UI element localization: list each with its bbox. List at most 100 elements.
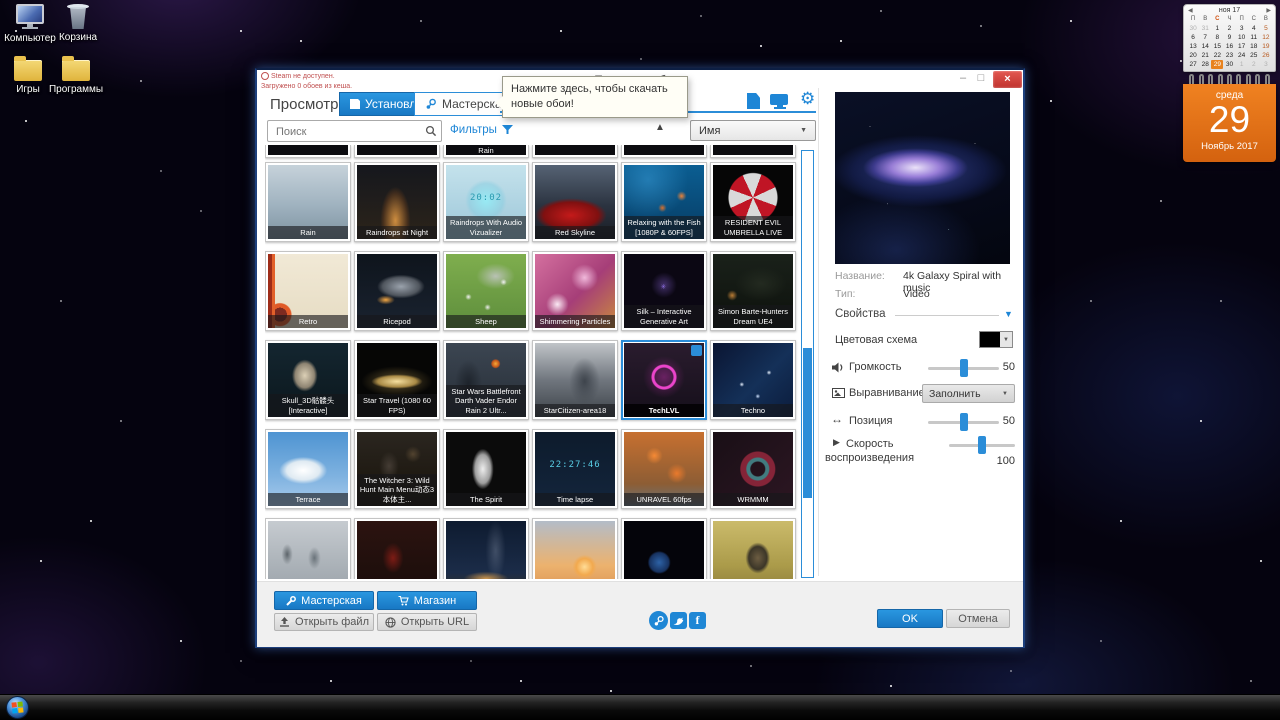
- calendar-day[interactable]: 1: [1211, 24, 1223, 33]
- color-scheme-dropdown[interactable]: ▼: [979, 331, 1013, 348]
- wallpaper-tile[interactable]: 20:02 Raindrops With Audio Vizualizer: [443, 162, 529, 242]
- facebook-icon[interactable]: f: [689, 612, 706, 629]
- calendar-day[interactable]: 12: [1260, 33, 1272, 42]
- wallpaper-tile[interactable]: Rain: [265, 162, 351, 242]
- steam-social-icon[interactable]: [649, 611, 668, 630]
- calendar-day[interactable]: 18: [1248, 42, 1260, 51]
- store-button[interactable]: Магазин: [377, 591, 477, 610]
- scrollbar-thumb[interactable]: [803, 348, 812, 498]
- calendar-day[interactable]: 14: [1199, 42, 1211, 51]
- wallpaper-tile[interactable]: Shimmering Particles: [532, 251, 618, 331]
- calendar-day[interactable]: 30: [1223, 60, 1235, 69]
- sort-by-dropdown[interactable]: Имя ▼: [690, 120, 816, 141]
- wallpaper-tile[interactable]: Terrace: [265, 429, 351, 509]
- wallpaper-tile[interactable]: 22:27:46 Time lapse: [532, 429, 618, 509]
- properties-collapse-icon[interactable]: ▼: [1004, 309, 1013, 319]
- desktop-icon-programs[interactable]: Программы: [48, 56, 104, 95]
- calendar-day[interactable]: 27: [1187, 60, 1199, 69]
- calendar-day[interactable]: 17: [1236, 42, 1248, 51]
- calendar-day[interactable]: 26: [1260, 51, 1272, 60]
- sort-ascending-button[interactable]: ▲: [649, 122, 671, 140]
- wallpaper-tile[interactable]: Red Skyline: [532, 162, 618, 242]
- calendar-day[interactable]: 25: [1248, 51, 1260, 60]
- wallpaper-tile[interactable]: TechLVL: [621, 340, 707, 420]
- volume-slider-thumb[interactable]: [960, 359, 968, 377]
- wallpaper-tile[interactable]: Ricepod: [354, 251, 440, 331]
- wallpaper-tile[interactable]: Rain: [443, 145, 529, 158]
- playback-speed-slider[interactable]: [949, 436, 1015, 454]
- wallpaper-tile[interactable]: UNRAVEL 60fps: [621, 429, 707, 509]
- calendar-day[interactable]: 24: [1236, 51, 1248, 60]
- wallpaper-tile[interactable]: The Spirit: [443, 429, 529, 509]
- filters-control[interactable]: Фильтры: [450, 124, 513, 136]
- open-url-button[interactable]: Открыть URL: [377, 613, 477, 631]
- wallpaper-tile[interactable]: StarCitizen-area18: [532, 340, 618, 420]
- display-icon[interactable]: [770, 94, 790, 110]
- calendar-day[interactable]: 16: [1223, 42, 1235, 51]
- wallpaper-tile[interactable]: [710, 145, 796, 158]
- calendar-day[interactable]: 22: [1211, 51, 1223, 60]
- ok-button[interactable]: OK: [877, 609, 943, 628]
- wallpaper-tile[interactable]: Star Wars Battlefront Darth Vader Endor …: [443, 340, 529, 420]
- calendar-day[interactable]: 5: [1260, 24, 1272, 33]
- calendar-day[interactable]: 15: [1211, 42, 1223, 51]
- calendar-day[interactable]: 9: [1223, 33, 1235, 42]
- wallpaper-tile[interactable]: Retro: [265, 251, 351, 331]
- calendar-day[interactable]: 28: [1199, 60, 1211, 69]
- gear-icon[interactable]: ⚙: [800, 90, 815, 107]
- calendar-day[interactable]: 8: [1211, 33, 1223, 42]
- alignment-dropdown[interactable]: Заполнить ▼: [922, 384, 1015, 403]
- wallpaper-tile[interactable]: The Witcher 3: Wild Hunt Main Menu动态3本体主…: [354, 429, 440, 509]
- wallpaper-tile[interactable]: Simon Barte-Hunters Dream UE4: [710, 251, 796, 331]
- calendar-day[interactable]: 21: [1199, 51, 1211, 60]
- file-icon[interactable]: [747, 93, 760, 109]
- wallpaper-tile[interactable]: Raindrops at Night: [354, 162, 440, 242]
- wallpaper-tile[interactable]: [532, 518, 618, 579]
- wallpaper-tile[interactable]: ✳ Silk – Interactive Generative Art: [621, 251, 707, 331]
- cancel-button[interactable]: Отмена: [946, 609, 1010, 628]
- calendar-day[interactable]: 29: [1211, 60, 1224, 69]
- wallpaper-tile[interactable]: [265, 518, 351, 579]
- calendar-day[interactable]: 20: [1187, 51, 1199, 60]
- calendar-day[interactable]: 31: [1199, 24, 1211, 33]
- desktop-icon-recycle-bin[interactable]: Корзина: [50, 4, 106, 43]
- playback-speed-slider-thumb[interactable]: [978, 436, 986, 454]
- calendar-day[interactable]: 11: [1248, 33, 1260, 42]
- calendar-day[interactable]: 3: [1236, 24, 1248, 33]
- wallpaper-tile[interactable]: [265, 145, 351, 158]
- wallpaper-tile[interactable]: RESIDENT EVIL UMBRELLA LIVE: [710, 162, 796, 242]
- wallpaper-tile[interactable]: [354, 518, 440, 579]
- calendar-day[interactable]: 2: [1223, 24, 1235, 33]
- calendar-day[interactable]: 2: [1248, 60, 1260, 69]
- calendar-day[interactable]: 1: [1236, 60, 1248, 69]
- start-button[interactable]: [6, 696, 29, 719]
- calendar-day[interactable]: 4: [1248, 24, 1260, 33]
- calendar-day[interactable]: 6: [1187, 33, 1199, 42]
- grid-scrollbar[interactable]: [801, 150, 814, 578]
- search-input[interactable]: [274, 123, 418, 141]
- wallpaper-tile[interactable]: Skull_3D骷髅头 [Interactive]: [265, 340, 351, 420]
- workshop-button[interactable]: Мастерская: [274, 591, 374, 610]
- search-icon[interactable]: [425, 125, 437, 137]
- calendar-day[interactable]: 10: [1236, 33, 1248, 42]
- minimize-button[interactable]: –: [955, 72, 971, 86]
- calendar-day[interactable]: 30: [1187, 24, 1199, 33]
- wallpaper-tile[interactable]: Techno: [710, 340, 796, 420]
- wallpaper-tile[interactable]: Star Travel (1080 60 FPS): [354, 340, 440, 420]
- wallpaper-tile[interactable]: [621, 145, 707, 158]
- wallpaper-tile[interactable]: Relaxing with the Fish [1080P & 60FPS]: [621, 162, 707, 242]
- calendar-day[interactable]: 23: [1223, 51, 1235, 60]
- wallpaper-tile[interactable]: Sheep: [443, 251, 529, 331]
- open-file-button[interactable]: Открыть файл: [274, 613, 374, 631]
- twitter-icon[interactable]: [670, 612, 687, 629]
- position-slider-thumb[interactable]: [960, 413, 968, 431]
- maximize-button[interactable]: □: [973, 72, 989, 86]
- wallpaper-tile[interactable]: [710, 518, 796, 579]
- wallpaper-tile[interactable]: [532, 145, 618, 158]
- calendar-day[interactable]: 3: [1260, 60, 1272, 69]
- wallpaper-tile[interactable]: WRMMM: [710, 429, 796, 509]
- calendar-prev-icon[interactable]: ◀: [1188, 7, 1193, 14]
- close-button[interactable]: ×: [993, 71, 1022, 88]
- wallpaper-tile[interactable]: [621, 518, 707, 579]
- calendar-next-icon[interactable]: ▶: [1266, 7, 1271, 14]
